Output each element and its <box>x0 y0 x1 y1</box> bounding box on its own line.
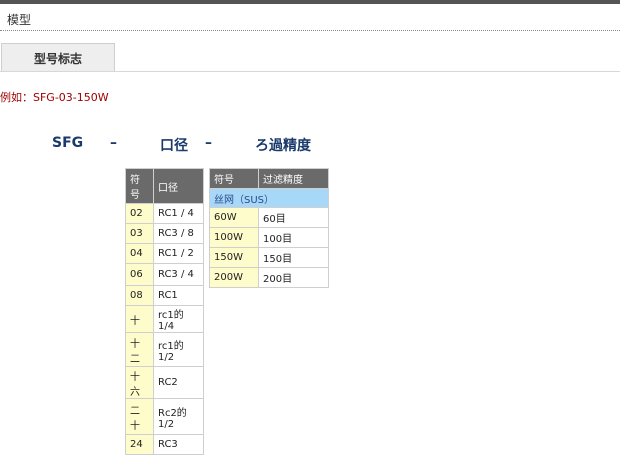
port-code-cell: 十 <box>125 305 154 333</box>
port-size-cell: RC3 / 8 <box>153 223 204 244</box>
port-size-cell: RC1 / 4 <box>153 203 204 224</box>
table-row: 150W 150目 <box>209 247 329 268</box>
port-code-cell: 06 <box>125 263 154 286</box>
port-size-cell: RC1 <box>153 285 204 306</box>
top-bar <box>0 0 620 4</box>
code-dash-2: – <box>205 135 212 151</box>
filter-code-cell: 200W <box>209 267 259 288</box>
tab-underline <box>0 71 620 72</box>
port-code-cell: 03 <box>125 223 154 244</box>
table-row: 200W 200目 <box>209 267 329 288</box>
port-size-cell: RC3 / 4 <box>153 263 204 286</box>
table-row: 100W 100目 <box>209 227 329 248</box>
table-row: 06 RC3 / 4 <box>125 263 204 286</box>
port-code-cell: 04 <box>125 243 154 264</box>
section-title: 模型 <box>7 13 32 27</box>
port-size-cell: RC2 <box>153 366 204 399</box>
table-row: 24 RC3 <box>125 434 204 455</box>
filter-table-header-precision: 过滤精度 <box>258 168 329 189</box>
table-row: 03 RC3 / 8 <box>125 223 204 244</box>
port-table-header-size: 口径 <box>153 168 204 204</box>
port-code-cell: 24 <box>125 434 154 455</box>
table-row: 08 RC1 <box>125 285 204 306</box>
table-row: 二十 Rc2的1/2 <box>125 398 204 435</box>
tab-model-designation[interactable]: 型号标志 <box>1 43 115 72</box>
port-size-cell: rc1的1/2 <box>153 332 204 367</box>
dotted-divider <box>0 30 620 31</box>
port-table-header-code: 符号 <box>125 168 154 204</box>
table-row: 04 RC1 / 2 <box>125 243 204 264</box>
table-row: 十六 RC2 <box>125 366 204 399</box>
example-text: 例如：SFG-03-150W <box>0 91 109 104</box>
port-size-table: 符号 口径 02 RC1 / 4 03 RC3 / 8 04 RC1 / 2 06 RC3 /… <box>125 168 204 455</box>
filter-precision-cell: 60目 <box>258 207 329 228</box>
filter-code-cell: 150W <box>209 247 259 268</box>
port-code-cell: 08 <box>125 285 154 306</box>
table-row: 十 rc1的1/4 <box>125 305 204 333</box>
table-row: 十二 rc1的1/2 <box>125 332 204 367</box>
code-port: 口径 <box>160 138 188 154</box>
filter-precision-table: 符号 过滤精度 丝网（SUS） 60W 60目 100W 100目 150W 150目 20… <box>209 168 329 288</box>
filter-code-cell: 60W <box>209 207 259 228</box>
port-code-cell: 02 <box>125 203 154 224</box>
port-code-cell: 十二 <box>125 332 154 367</box>
port-size-cell: RC3 <box>153 434 204 455</box>
table-row: 60W 60目 <box>209 207 329 228</box>
filter-precision-cell: 150目 <box>258 247 329 268</box>
filter-group-row: 丝网（SUS） <box>209 188 329 208</box>
code-filter: ろ過精度 <box>255 138 311 154</box>
port-size-cell: rc1的1/4 <box>153 305 204 333</box>
port-size-cell: RC1 / 2 <box>153 243 204 264</box>
filter-table-header-code: 符号 <box>209 168 259 189</box>
port-size-cell: Rc2的1/2 <box>153 398 204 435</box>
code-dash-1: – <box>110 135 117 151</box>
filter-code-cell: 100W <box>209 227 259 248</box>
port-code-cell: 二十 <box>125 398 154 435</box>
code-series: SFG <box>52 135 84 151</box>
filter-precision-cell: 100目 <box>258 227 329 248</box>
filter-precision-cell: 200目 <box>258 267 329 288</box>
port-code-cell: 十六 <box>125 366 154 399</box>
table-row: 02 RC1 / 4 <box>125 203 204 224</box>
